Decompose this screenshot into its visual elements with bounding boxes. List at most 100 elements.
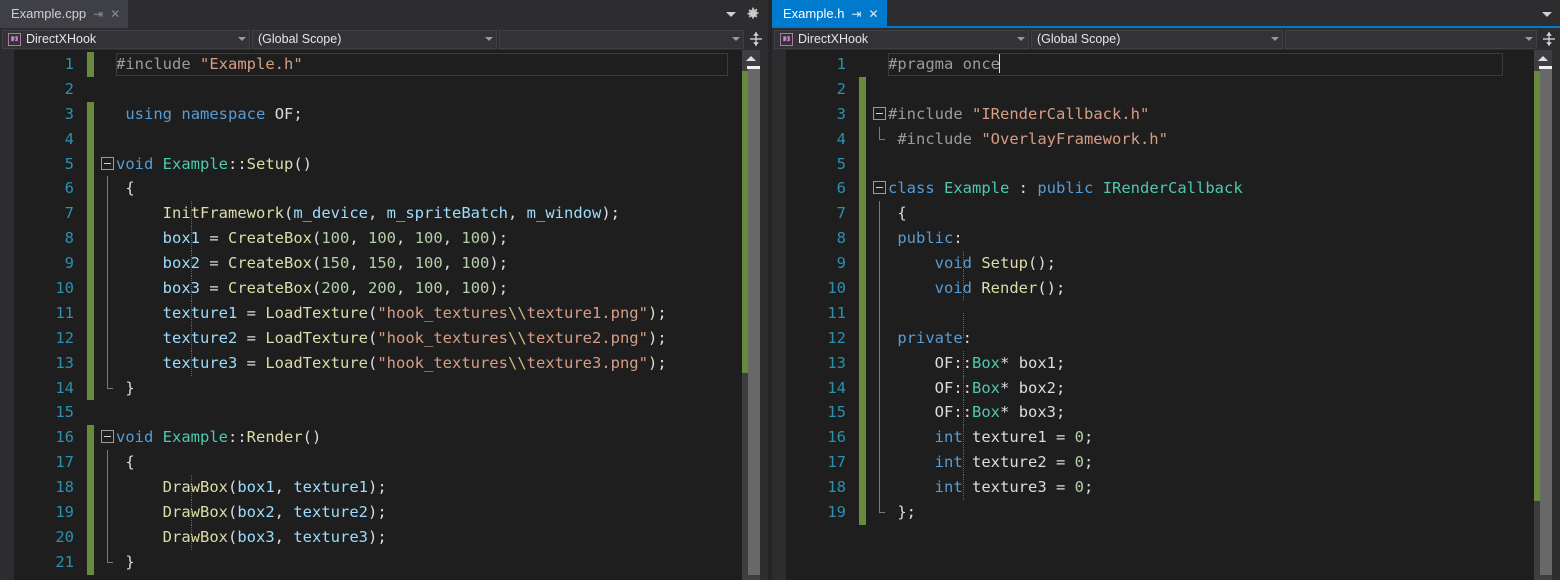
code-line[interactable]: 15 (14, 400, 742, 425)
scope-dropdown-left[interactable]: (Global Scope) (252, 29, 497, 49)
fold-margin[interactable] (872, 176, 888, 201)
close-icon[interactable]: ✕ (110, 8, 120, 20)
fold-margin[interactable] (100, 500, 116, 525)
scope-dropdown-right[interactable]: (Global Scope) (1031, 29, 1283, 49)
fold-margin[interactable] (100, 152, 116, 177)
code-line[interactable]: 11 texture1 = LoadTexture("hook_textures… (14, 300, 742, 326)
split-window-icon[interactable] (1540, 29, 1558, 49)
fold-margin[interactable] (100, 251, 116, 277)
scroll-up-arrow-icon[interactable] (1534, 50, 1552, 66)
close-icon[interactable]: ✕ (868, 8, 878, 20)
code-line[interactable]: 18 int texture3 = 0; (786, 475, 1534, 501)
code-line[interactable]: 2 (14, 77, 742, 102)
code-line[interactable]: 1 #include "Example.h" (14, 52, 742, 77)
code-line[interactable]: 16 void Example::Render() (14, 425, 742, 451)
member-dropdown-right[interactable] (1285, 29, 1537, 49)
fold-margin[interactable] (100, 425, 116, 450)
code-line[interactable]: 6 { (14, 176, 742, 202)
code-line[interactable]: 19 }; (786, 500, 1534, 525)
pin-icon[interactable]: ⇥ (851, 8, 861, 20)
code-line[interactable]: 15 OF::Box* box3; (786, 400, 1534, 426)
fold-margin[interactable] (872, 201, 888, 227)
code-line[interactable]: 18 DrawBox(box1, texture1); (14, 475, 742, 501)
fold-margin[interactable] (872, 500, 888, 525)
code-editor-right[interactable]: 1 #pragma once 2 3 #include "IRenderCallback… (772, 50, 1560, 580)
fold-margin[interactable] (100, 102, 116, 127)
member-dropdown-left[interactable] (499, 29, 744, 49)
code-line[interactable]: 7 InitFramework(m_device, m_spriteBatch,… (14, 201, 742, 227)
fold-margin[interactable] (872, 375, 888, 401)
scrollbar-thumb[interactable] (748, 69, 760, 575)
code-line[interactable]: 3 using namespace OF; (14, 101, 742, 127)
code-line[interactable]: 8 box1 = CreateBox(100, 100, 100, 100); (14, 226, 742, 252)
collapse-minus-icon[interactable] (873, 181, 886, 195)
fold-margin[interactable] (872, 226, 888, 252)
fold-margin[interactable] (100, 350, 116, 376)
fold-margin[interactable] (100, 475, 116, 501)
project-dropdown-right[interactable]: DirectXHook (774, 29, 1029, 49)
fold-margin[interactable] (872, 300, 888, 326)
code-line[interactable]: 4 #include "OverlayFramework.h" (786, 126, 1534, 152)
fold-margin[interactable] (100, 325, 116, 351)
code-line[interactable]: 17 { (14, 450, 742, 476)
scrollbar-thumb[interactable] (1540, 69, 1552, 575)
code-line[interactable]: 12 private: (786, 325, 1534, 351)
code-line[interactable]: 2 (786, 76, 1534, 102)
fold-margin[interactable] (100, 52, 116, 77)
fold-margin[interactable] (100, 375, 116, 401)
fold-margin[interactable] (872, 102, 888, 127)
code-line[interactable]: 16 int texture1 = 0; (786, 425, 1534, 451)
code-line[interactable]: 4 (14, 126, 742, 152)
code-line[interactable]: 13 texture3 = LoadTexture("hook_textures… (14, 350, 742, 376)
fold-margin[interactable] (100, 276, 116, 301)
fold-margin[interactable] (100, 77, 116, 102)
code-line[interactable]: 20 DrawBox(box3, texture3); (14, 524, 742, 550)
fold-margin[interactable] (872, 400, 888, 426)
chevron-down-icon[interactable] (732, 37, 740, 41)
fold-margin[interactable] (872, 450, 888, 476)
code-line[interactable]: 12 texture2 = LoadTexture("hook_textures… (14, 325, 742, 351)
fold-margin[interactable] (100, 127, 116, 152)
fold-margin[interactable] (100, 549, 116, 575)
code-scroll-left[interactable]: 1 #include "Example.h" 2 3 using namespace … (14, 50, 742, 580)
tab-example-cpp[interactable]: Example.cpp ⇥ ✕ (0, 0, 129, 28)
fold-margin[interactable] (872, 350, 888, 376)
collapse-minus-icon[interactable] (101, 156, 114, 170)
chevron-down-icon[interactable] (485, 37, 493, 41)
code-line[interactable]: 11 (786, 300, 1534, 339)
code-line[interactable]: 9 void Setup(); (786, 251, 1534, 277)
code-scroll-right[interactable]: 1 #pragma once 2 3 #include "IRenderCallback… (786, 50, 1534, 580)
vertical-scrollbar-right[interactable] (1534, 50, 1552, 580)
fold-margin[interactable] (100, 226, 116, 252)
fold-margin[interactable] (100, 524, 116, 550)
fold-margin[interactable] (100, 400, 116, 425)
pin-icon[interactable]: ⇥ (93, 8, 103, 20)
code-line[interactable]: 13 OF::Box* box1; (786, 350, 1534, 376)
fold-margin[interactable] (872, 251, 888, 277)
chevron-down-icon[interactable] (1017, 37, 1025, 41)
fold-margin[interactable] (100, 300, 116, 326)
code-line[interactable]: 10 void Render(); (786, 276, 1534, 301)
collapse-minus-icon[interactable] (101, 430, 114, 444)
code-line[interactable]: 17 int texture2 = 0; (786, 450, 1534, 476)
code-line[interactable]: 9 box2 = CreateBox(150, 150, 100, 100); (14, 251, 742, 277)
fold-margin[interactable] (872, 126, 888, 152)
code-line[interactable]: 6 class Example : public IRenderCallback (786, 176, 1534, 202)
code-line[interactable]: 5 void Example::Setup() (14, 151, 742, 177)
fold-margin[interactable] (872, 425, 888, 451)
code-line[interactable]: 8 public: (786, 226, 1534, 252)
code-line[interactable]: 1 #pragma once (786, 52, 1534, 77)
fold-margin[interactable] (872, 325, 888, 351)
code-line[interactable]: 7 { (786, 201, 1534, 227)
fold-margin[interactable] (872, 52, 888, 77)
chevron-down-icon[interactable] (726, 11, 736, 17)
code-line[interactable]: 14 } (14, 375, 742, 401)
code-line[interactable]: 10 box3 = CreateBox(200, 200, 100, 100); (14, 276, 742, 301)
project-dropdown-left[interactable]: DirectXHook (2, 29, 250, 49)
fold-margin[interactable] (872, 276, 888, 301)
fold-margin[interactable] (872, 152, 888, 177)
fold-margin[interactable] (872, 77, 888, 102)
tab-example-h[interactable]: Example.h ⇥ ✕ (772, 0, 887, 28)
chevron-down-icon[interactable] (238, 37, 246, 41)
split-window-icon[interactable] (747, 29, 765, 49)
